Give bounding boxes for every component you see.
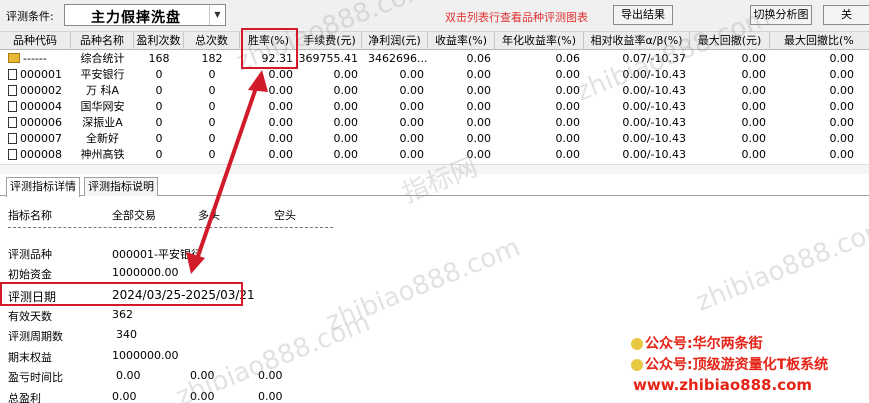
wechat-icon <box>631 338 643 350</box>
promo-line-1: 公众号:华尔两条街 <box>631 333 763 353</box>
wechat-icon <box>631 359 643 371</box>
promo-line-2: 公众号:顶级游资量化T板系统 <box>631 354 828 374</box>
promo-url: www.zhibiao888.com <box>633 376 813 394</box>
